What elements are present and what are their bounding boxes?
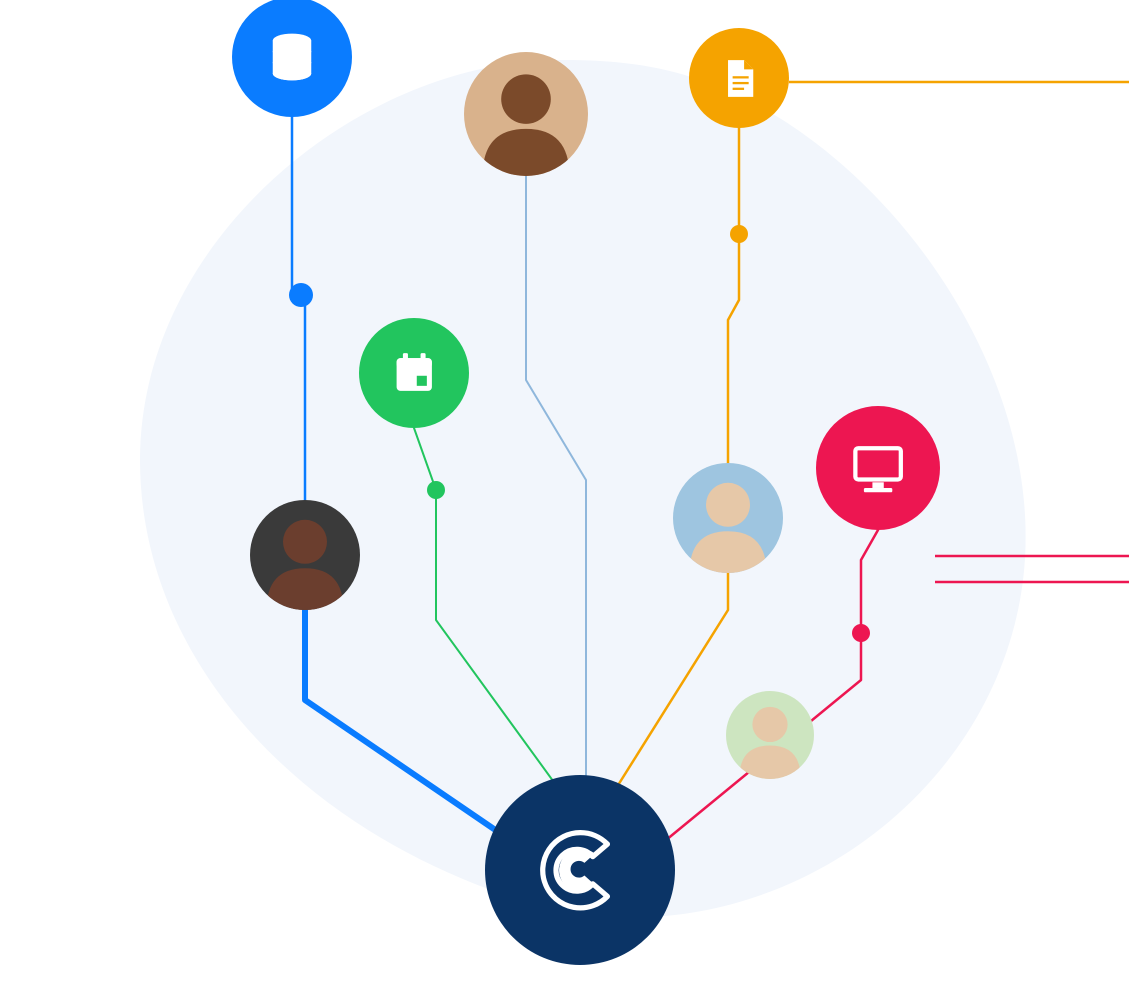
avatar-1 [464, 52, 588, 176]
diagram-stage [0, 0, 1129, 994]
avatar-4 [726, 691, 814, 779]
calendar-glyph [384, 343, 445, 404]
monitor-glyph [844, 434, 912, 502]
avatar-3 [673, 463, 783, 573]
database-icon [232, 0, 352, 117]
monitor-icon [816, 406, 940, 530]
blue-dot [289, 283, 313, 307]
orange-dot [730, 225, 748, 243]
calendar-icon [359, 318, 469, 428]
pink-dot [852, 624, 870, 642]
document-glyph [712, 51, 767, 106]
database-glyph [259, 24, 325, 90]
hub-logo [485, 775, 675, 965]
green-dot [427, 481, 445, 499]
avatar-2 [250, 500, 360, 610]
hub-logo-glyph [528, 818, 633, 923]
document-icon [689, 28, 789, 128]
